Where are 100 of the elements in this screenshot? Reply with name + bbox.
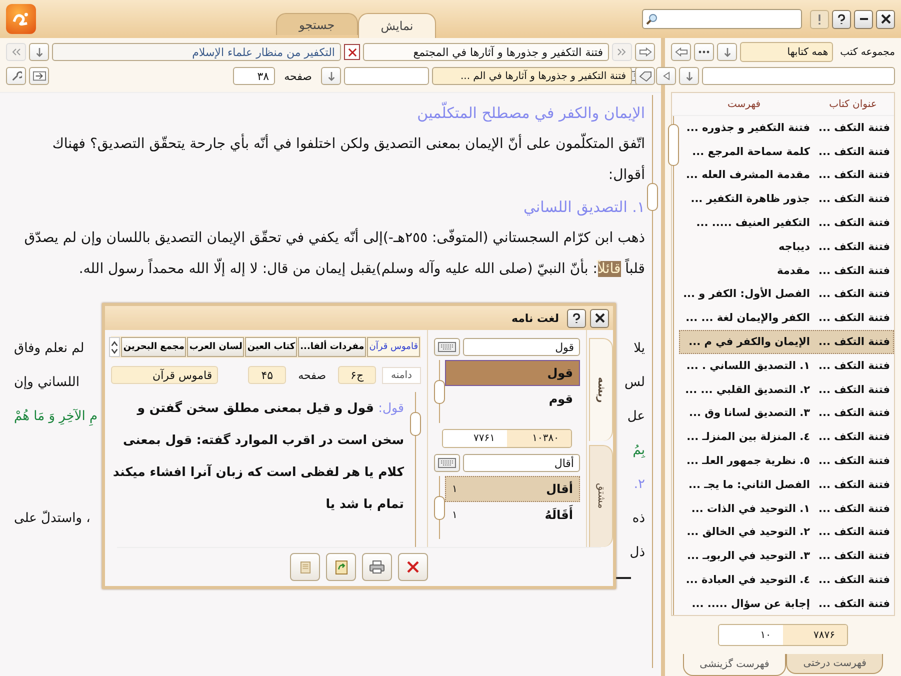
printer-icon bbox=[369, 560, 385, 574]
page-button[interactable] bbox=[290, 553, 320, 581]
dictionary-tab[interactable]: كتاب العين bbox=[245, 337, 298, 357]
export-button[interactable] bbox=[29, 67, 49, 85]
scrollbar[interactable] bbox=[668, 116, 680, 615]
dropdown-button[interactable] bbox=[717, 43, 737, 61]
root-item[interactable]: قول bbox=[445, 360, 580, 386]
derived-item[interactable]: أَقَالَهُ ۱ bbox=[445, 502, 580, 528]
text-fragment: ، واستدلّ على bbox=[14, 510, 90, 526]
help-icon bbox=[837, 14, 846, 24]
dictionary-tab[interactable]: قاموس قرآن bbox=[367, 337, 420, 357]
page-field[interactable]: ۴۵ bbox=[248, 366, 286, 384]
dictionary-tab[interactable]: مجمع البحرين bbox=[121, 337, 186, 357]
help-button[interactable] bbox=[832, 10, 851, 28]
page-field[interactable]: ۳۸ bbox=[233, 67, 276, 85]
forward-button[interactable] bbox=[635, 43, 655, 61]
index-row[interactable]: فتنة التكف ... ٢. التوحيد في الخالق ... bbox=[679, 520, 894, 544]
root-item[interactable]: قوم bbox=[445, 386, 580, 412]
index-row[interactable]: فتنة التكف ... ٢. التصديق القلبي ... ... bbox=[679, 378, 894, 402]
down-arrow-icon bbox=[34, 46, 44, 58]
paragraph: اتّفق المتكلّمون على أنّ الإيمان بمعنى التصديق ولكن اختلفوا في أنّه بأي جارحة يتحقّق التصديق؟ فهناك أقوال: bbox=[14, 129, 645, 191]
side-tab[interactable]: مشتق bbox=[589, 444, 613, 547]
print-button[interactable] bbox=[362, 553, 392, 581]
chapter-field[interactable]: فتنة التكفير و جذورها و آثارها في الم ... bbox=[432, 67, 632, 85]
column-header[interactable]: فهرست bbox=[672, 98, 816, 110]
section-dropdown[interactable] bbox=[344, 67, 429, 85]
collection-dropdown[interactable]: همه کتابها bbox=[740, 42, 834, 62]
up-down-icon bbox=[110, 340, 120, 354]
derived-item[interactable]: أقال ۱ bbox=[445, 476, 580, 502]
index-row[interactable]: فتنة التكف ... مقدمة bbox=[679, 258, 894, 283]
close-button[interactable] bbox=[876, 10, 895, 28]
book-title-field[interactable]: فتنة التكفير و جذورها و آثارها في المجتمع bbox=[363, 43, 609, 61]
index-row[interactable]: فتنة التكف ... جذور ظاهرة التكفير ... bbox=[679, 187, 894, 212]
index-row[interactable]: فتنة التكف ... إجابة عن سؤال ..... ... bbox=[679, 592, 894, 616]
index-tab[interactable]: فهرست گزینشی bbox=[682, 654, 786, 676]
dictionary-tab[interactable]: مفردات ألفا... bbox=[298, 337, 366, 357]
side-tab[interactable]: ریشه bbox=[589, 338, 613, 440]
index-row[interactable]: فتنة التكف ... ديباجه bbox=[679, 234, 894, 259]
close-button[interactable] bbox=[590, 308, 609, 328]
view-tab[interactable]: نمایش bbox=[358, 13, 436, 38]
app-logo-icon bbox=[6, 4, 36, 34]
bookmark-button[interactable] bbox=[635, 67, 655, 85]
index-row[interactable]: فتنة التكف ... ٣. التصديق لسانا وق ... bbox=[679, 402, 894, 426]
keyboard-button[interactable] bbox=[434, 454, 460, 472]
keyboard-icon bbox=[438, 342, 456, 352]
source-field[interactable]: قاموس قرآن bbox=[111, 366, 218, 384]
index-row[interactable]: فتنة التكف ... ١. التوحيد في الذات ... bbox=[679, 496, 894, 521]
index-row[interactable]: فتنة التكف ... مقدمة المشرف العله ... bbox=[679, 164, 894, 188]
search-field[interactable] bbox=[642, 9, 802, 29]
back-button[interactable] bbox=[671, 43, 691, 61]
index-row[interactable]: فتنة التكف ... كلمة سماحة المرجع ... bbox=[679, 140, 894, 164]
index-row[interactable]: فتنة التكف ... فتنة التكفير و جذوره ... bbox=[679, 116, 894, 140]
close-icon bbox=[880, 14, 890, 24]
text-fragment: اللساني وإن bbox=[14, 374, 80, 390]
root-search-field[interactable]: قول bbox=[463, 338, 580, 356]
text-fragment: لم نعلم وفاق bbox=[14, 340, 84, 356]
dropdown-button[interactable] bbox=[29, 43, 49, 61]
keyboard-button[interactable] bbox=[434, 338, 460, 356]
minimize-button[interactable] bbox=[854, 10, 873, 28]
close-icon bbox=[594, 313, 604, 323]
dictionary-tab[interactable]: لسان العرب bbox=[187, 337, 244, 357]
text-fragment: عل bbox=[627, 408, 645, 424]
index-tab[interactable]: فهرست درختی bbox=[786, 654, 884, 674]
keyboard-icon bbox=[438, 458, 456, 468]
copy-button[interactable] bbox=[326, 553, 356, 581]
index-row[interactable]: فتنة التكف ... التكفير العنيف ..... ... bbox=[679, 211, 894, 235]
help-icon bbox=[572, 312, 581, 324]
index-row[interactable]: فتنة التكف ... الفصل الثاني: ما يجـ ... bbox=[679, 472, 894, 497]
dropdown-button[interactable] bbox=[679, 67, 699, 85]
help-button[interactable] bbox=[567, 308, 586, 328]
collection-label: مجموعه کتب bbox=[839, 46, 895, 58]
double-chevron-icon bbox=[11, 48, 21, 56]
text-fragment: ٢. bbox=[634, 476, 645, 492]
clear-button[interactable] bbox=[344, 44, 360, 60]
volume-field[interactable]: ج۶ bbox=[338, 366, 376, 384]
tag-icon bbox=[638, 70, 652, 82]
tools-button[interactable] bbox=[6, 67, 26, 85]
section-heading: الإيمان والكفر في مصطلح المتكلّمين bbox=[14, 99, 645, 127]
close-icon bbox=[407, 561, 419, 573]
definition-text: قول: قول و قيل بمعنى مطلق سخن گفتن و سخن است در اقرب الموارد گفته: قول بمعنى كلام يا هر لفظى است كه زبان آنرا افشاء ميكند تمام با شد يا bbox=[112, 399, 404, 513]
view-tab[interactable]: جستجو bbox=[276, 13, 358, 35]
scroll-tabs-button[interactable] bbox=[109, 337, 120, 357]
previous-button[interactable] bbox=[656, 67, 676, 85]
index-row[interactable]: فتنة التكف ... ٤. التوحيد في العبادة ... bbox=[679, 568, 894, 592]
more-icon bbox=[698, 50, 710, 54]
index-row[interactable]: فتنة التكف ... ١. التصديق اللساني . ... bbox=[679, 354, 894, 378]
more-button[interactable] bbox=[694, 43, 714, 61]
dropdown-button[interactable] bbox=[321, 67, 341, 85]
index-row[interactable]: فتنة التكف ... الكفر والإيمان لغة ... ... bbox=[679, 306, 894, 330]
scope-label: دامنه bbox=[382, 366, 421, 384]
filter-field[interactable] bbox=[702, 67, 895, 85]
column-header[interactable]: عنوان کتاب bbox=[816, 98, 894, 110]
index-row[interactable]: فتنة التكف ... ٥. نظرية جمهور العلـ ... bbox=[679, 449, 894, 473]
compare-book-field[interactable]: التكفير من منظار علماء الإسلام bbox=[52, 43, 341, 61]
index-row[interactable]: فتنة التكف ... الإيمان والكفر في م ... bbox=[679, 330, 894, 354]
index-row[interactable]: فتنة التكف ... الفصل الأول: الكفر و ... bbox=[679, 282, 894, 306]
index-row[interactable]: فتنة التكف ... ٣. التوحيد في الربوبـ ... bbox=[679, 544, 894, 568]
left-triangle-icon bbox=[662, 71, 670, 81]
derived-search-field[interactable]: أقال bbox=[463, 454, 580, 472]
index-row[interactable]: فتنة التكف ... ٤. المنزلة بين المنزلـ ... bbox=[679, 425, 894, 450]
